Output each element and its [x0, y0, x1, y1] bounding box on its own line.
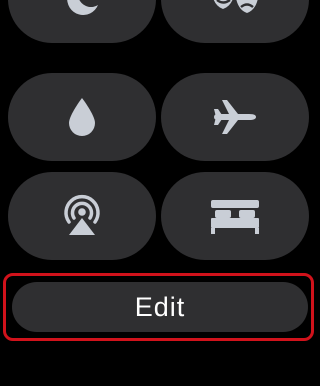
- airplane-icon: [212, 97, 258, 137]
- airplay-button[interactable]: [8, 172, 156, 260]
- water-lock-button[interactable]: [8, 73, 156, 161]
- bed-icon: [209, 198, 261, 234]
- control-center: Edit: [0, 0, 317, 386]
- airplay-icon: [61, 194, 103, 238]
- water-drop-icon: [67, 97, 97, 137]
- edit-button[interactable]: Edit: [12, 282, 308, 332]
- theater-masks-icon: [205, 0, 265, 19]
- moon-icon: [62, 0, 102, 19]
- airplane-mode-button[interactable]: [161, 73, 309, 161]
- theater-mode-button[interactable]: [161, 0, 309, 43]
- sleep-mode-button[interactable]: [161, 172, 309, 260]
- do-not-disturb-button[interactable]: [8, 0, 156, 43]
